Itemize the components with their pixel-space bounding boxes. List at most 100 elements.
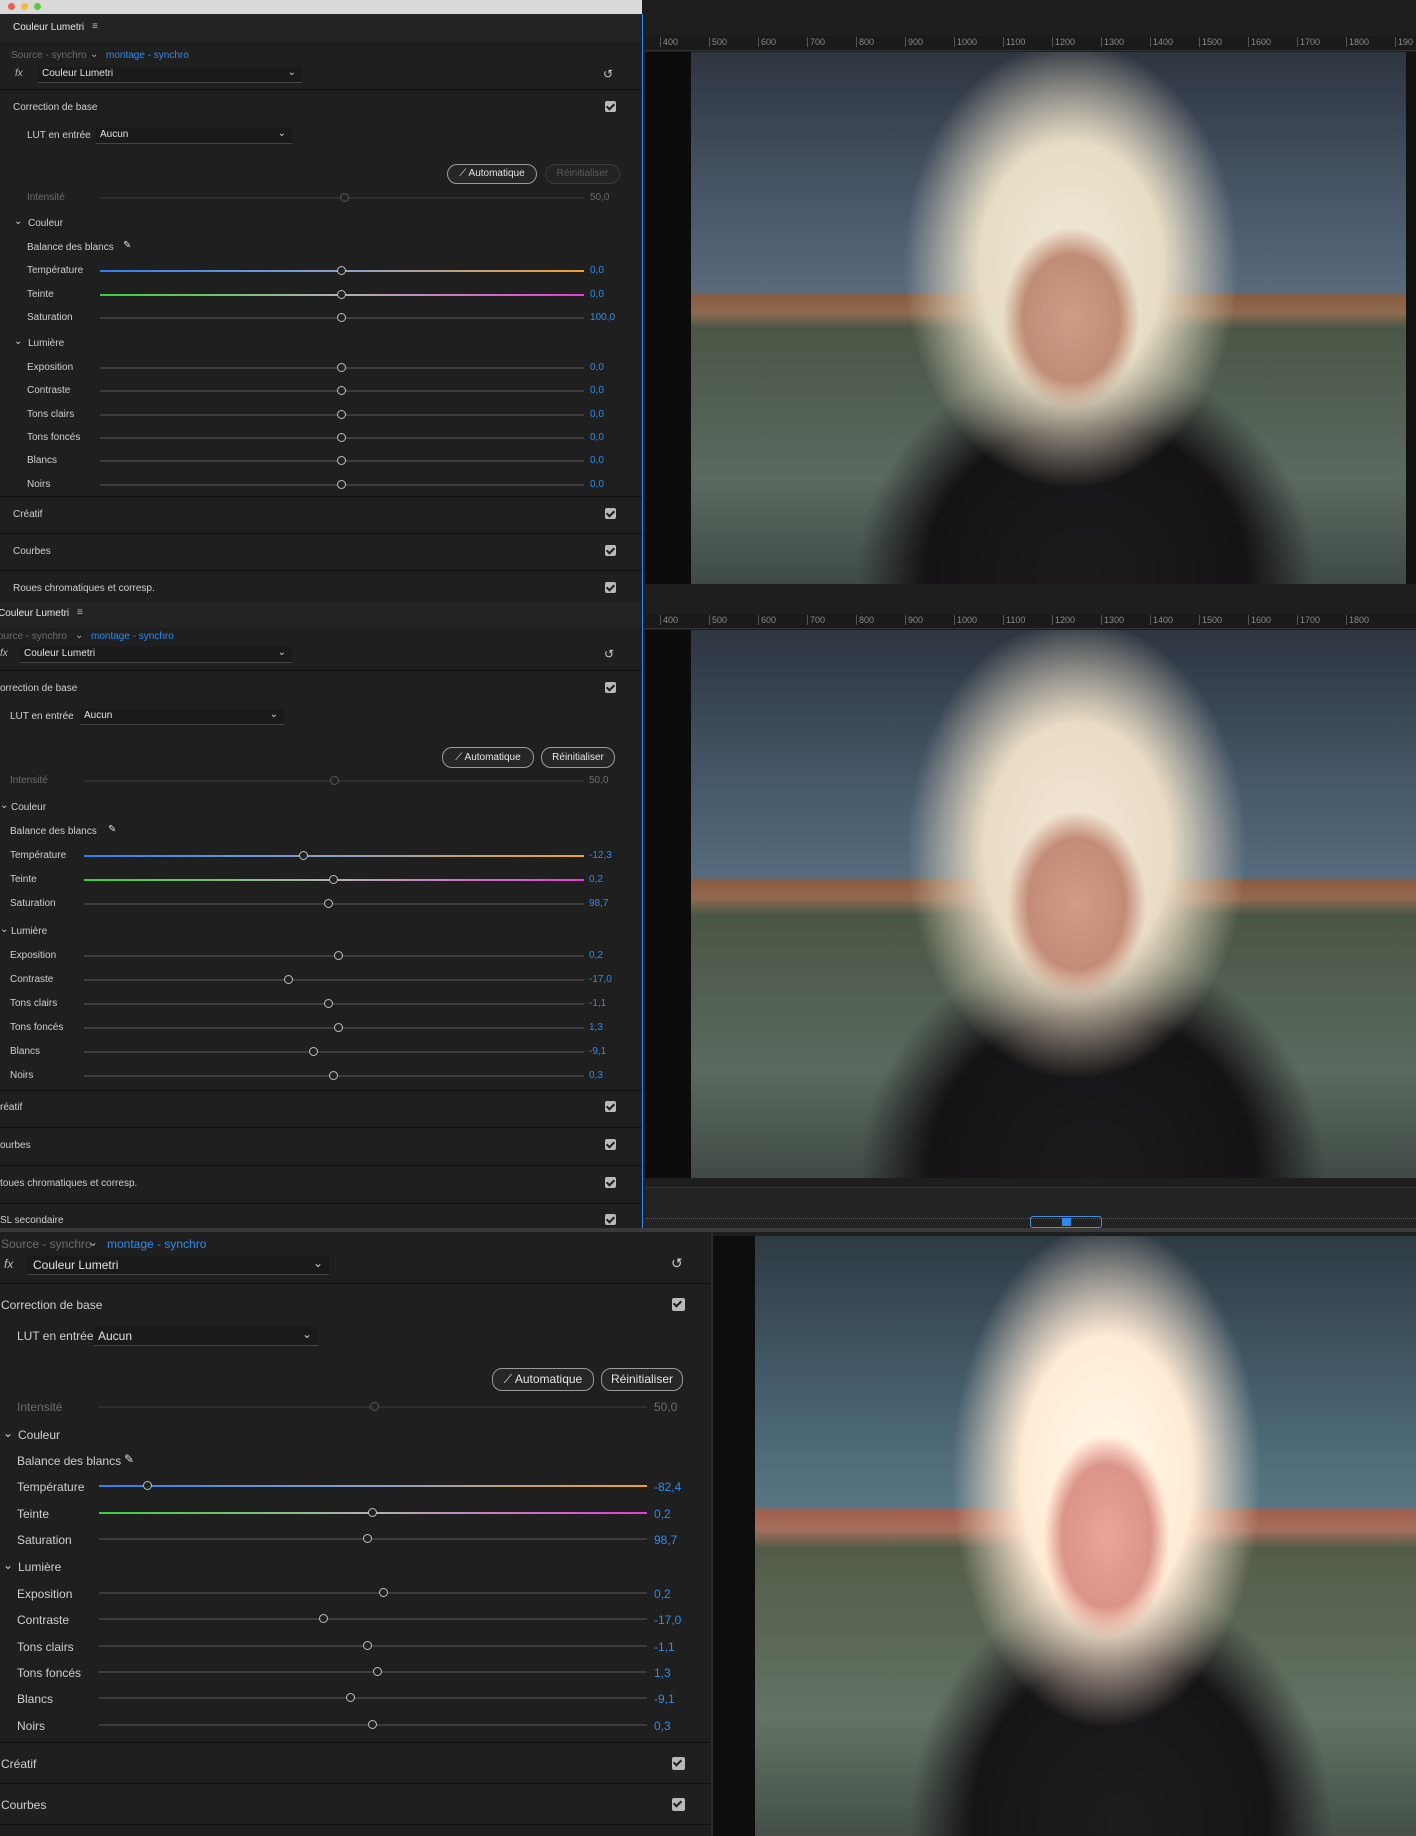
- slider-knob[interactable]: [299, 851, 308, 860]
- slider-track[interactable]: [84, 855, 584, 857]
- section-enable-checkbox[interactable]: [605, 545, 616, 556]
- slider-value[interactable]: 1,3: [589, 1022, 603, 1033]
- sequence-label[interactable]: montage - synchro: [106, 50, 189, 61]
- reset-button[interactable]: Réinitialiser: [541, 747, 615, 768]
- section-hsl-secondary[interactable]: SL secondaire: [0, 1212, 642, 1228]
- section-enable-checkbox[interactable]: [672, 1798, 685, 1811]
- intensity-knob[interactable]: [330, 776, 339, 785]
- slider-value[interactable]: 0,2: [589, 950, 603, 961]
- auto-button[interactable]: ⟋ Automatique: [447, 164, 537, 184]
- slider-track[interactable]: [84, 1003, 584, 1005]
- slider-track[interactable]: [84, 903, 584, 905]
- slider-value[interactable]: 0,0: [590, 479, 604, 490]
- slider-knob[interactable]: [337, 289, 346, 299]
- slider-knob[interactable]: [337, 479, 346, 489]
- source-chevron-icon[interactable]: ⌄: [75, 630, 83, 641]
- section-enable-checkbox[interactable]: [605, 682, 616, 693]
- slider-knob[interactable]: [373, 1666, 383, 1676]
- slider-knob[interactable]: [362, 1534, 372, 1543]
- reset-effect-icon[interactable]: ↺: [604, 647, 614, 661]
- section-basic-correction[interactable]: orrection de base: [0, 680, 642, 700]
- section-color-wheels[interactable]: toues chromatiques et corresp.: [0, 1175, 642, 1195]
- fx-icon[interactable]: fx: [15, 68, 23, 79]
- auto-button[interactable]: ⟋ Automatique: [442, 747, 534, 768]
- section-basic-correction[interactable]: Correction de base: [0, 1295, 710, 1317]
- intensity-knob[interactable]: [340, 193, 349, 202]
- slider-value[interactable]: 0,2: [589, 874, 603, 885]
- slider-knob[interactable]: [378, 1588, 388, 1597]
- timeline-scrubber[interactable]: [645, 1187, 1416, 1228]
- slider-value[interactable]: 0,0: [590, 409, 604, 420]
- slider-knob[interactable]: [368, 1507, 377, 1517]
- reset-effect-icon[interactable]: ↺: [603, 67, 613, 81]
- slider-track[interactable]: [99, 1538, 647, 1540]
- eyedropper-icon[interactable]: ✎: [108, 824, 116, 835]
- effect-dropdown[interactable]: Couleur Lumetri ⌄: [38, 67, 302, 83]
- section-enable-checkbox[interactable]: [605, 1139, 616, 1150]
- panel-title[interactable]: Couleur Lumetri: [13, 22, 84, 33]
- slider-value[interactable]: -1,1: [654, 1640, 675, 1654]
- lut-dropdown[interactable]: Aucun ⌄: [96, 128, 292, 144]
- section-enable-checkbox[interactable]: [672, 1298, 685, 1311]
- slider-knob[interactable]: [309, 1047, 318, 1056]
- section-enable-checkbox[interactable]: [605, 508, 616, 519]
- slider-value[interactable]: -9,1: [654, 1692, 675, 1706]
- panel-divider[interactable]: [642, 602, 643, 1228]
- section-enable-checkbox[interactable]: [605, 582, 616, 593]
- source-clip-label[interactable]: Source - synchro: [1, 1237, 92, 1251]
- slider-knob[interactable]: [337, 432, 346, 442]
- section-creative[interactable]: Créatif: [0, 1754, 710, 1776]
- color-header[interactable]: ⌄ Couleur: [0, 800, 642, 816]
- section-curves[interactable]: Courbes: [0, 1795, 710, 1817]
- slider-knob[interactable]: [368, 1719, 377, 1729]
- light-header[interactable]: ⌄ Lumière: [0, 924, 642, 940]
- slider-value[interactable]: 0,2: [654, 1587, 671, 1601]
- slider-knob[interactable]: [337, 313, 346, 322]
- slider-track[interactable]: [84, 1051, 584, 1053]
- slider-knob[interactable]: [324, 899, 333, 908]
- fx-icon[interactable]: fx: [4, 1257, 13, 1271]
- slider-value[interactable]: 98,7: [589, 898, 608, 909]
- light-header[interactable]: ⌄ Lumière: [0, 336, 642, 352]
- slider-value[interactable]: -17,0: [589, 974, 612, 985]
- effect-dropdown[interactable]: Couleur Lumetri ⌄: [27, 1256, 329, 1275]
- color-header[interactable]: ⌄ Couleur: [0, 216, 642, 232]
- section-color-wheels[interactable]: Roues chromatiques et corresp.: [0, 580, 642, 600]
- minimize-dot-icon[interactable]: [21, 3, 28, 10]
- slider-knob[interactable]: [337, 409, 346, 419]
- intensity-knob[interactable]: [370, 1402, 379, 1411]
- slider-track[interactable]: [99, 1592, 647, 1594]
- slider-value[interactable]: -82,4: [654, 1480, 681, 1494]
- source-clip-label[interactable]: ource - synchro: [0, 631, 67, 642]
- slider-value[interactable]: 0,2: [654, 1507, 671, 1521]
- zoom-dot-icon[interactable]: [34, 3, 41, 10]
- slider-knob[interactable]: [284, 975, 293, 984]
- section-creative[interactable]: Créatif: [0, 506, 642, 526]
- slider-knob[interactable]: [143, 1481, 153, 1490]
- slider-value[interactable]: 98,7: [654, 1533, 677, 1547]
- slider-value[interactable]: 0,3: [589, 1070, 603, 1081]
- slider-knob[interactable]: [329, 1071, 338, 1080]
- slider-knob[interactable]: [334, 1023, 343, 1032]
- sequence-label[interactable]: montage - synchro: [107, 1237, 206, 1251]
- light-header[interactable]: ⌄ Lumière: [0, 1558, 710, 1576]
- slider-value[interactable]: 100,0: [590, 312, 615, 323]
- panel-menu-icon[interactable]: ≡: [92, 21, 98, 32]
- section-enable-checkbox[interactable]: [605, 1177, 616, 1188]
- auto-button[interactable]: ⟋ Automatique: [492, 1368, 594, 1391]
- source-clip-label[interactable]: Source - synchro: [11, 50, 87, 61]
- slider-track[interactable]: [99, 1697, 647, 1700]
- color-header[interactable]: ⌄ Couleur: [0, 1426, 710, 1444]
- slider-value[interactable]: 1,3: [654, 1666, 671, 1680]
- slider-track[interactable]: [99, 1485, 647, 1487]
- slider-value[interactable]: -9,1: [589, 1046, 606, 1057]
- close-dot-icon[interactable]: [8, 3, 15, 10]
- panel-title[interactable]: Couleur Lumetri: [0, 608, 69, 619]
- source-chevron-icon[interactable]: ⌄: [90, 49, 98, 60]
- section-enable-checkbox[interactable]: [605, 1101, 616, 1112]
- section-curves[interactable]: Courbes: [0, 543, 642, 563]
- reset-effect-icon[interactable]: ↺: [671, 1255, 683, 1272]
- slider-value[interactable]: 0,0: [590, 265, 604, 276]
- source-chevron-icon[interactable]: ⌄: [88, 1235, 98, 1249]
- slider-track[interactable]: [84, 979, 584, 981]
